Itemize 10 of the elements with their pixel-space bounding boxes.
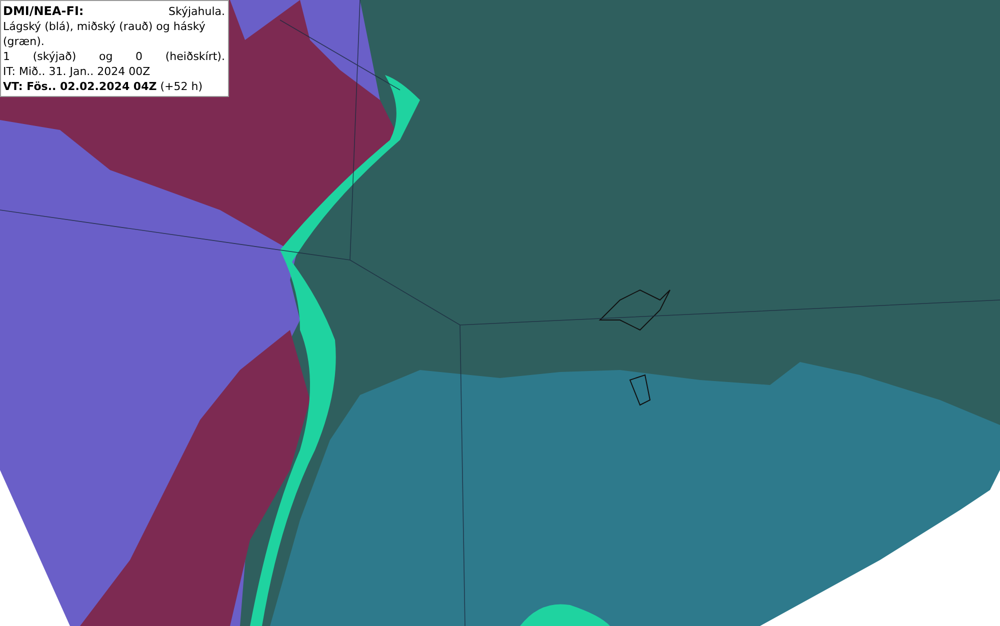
initial-time: IT: Mið.. 31. Jan.. 2024 00Z: [3, 64, 152, 79]
legend-title: DMI/NEA-FI:: [3, 4, 84, 19]
product-name: Skýjahula.: [168, 4, 225, 19]
scale-text: og: [99, 49, 113, 64]
legend-description: Lágský (blá), miðský (rauð) og háský (græn).: [3, 19, 206, 49]
scale-text: 0: [136, 49, 143, 64]
scale-text: (skýjað): [32, 49, 76, 64]
scale-text: 1: [3, 49, 10, 64]
scale-text: (heiðskírt).: [165, 49, 225, 64]
valid-time: VT: Fös.. 02.02.2024 04Z (+52 h): [3, 79, 204, 94]
